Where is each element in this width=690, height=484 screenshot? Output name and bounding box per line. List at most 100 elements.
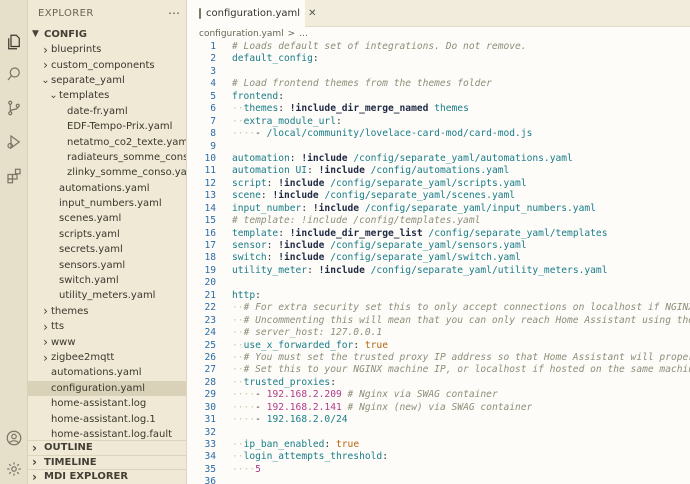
tree-file[interactable]: scripts.yaml xyxy=(28,227,186,242)
line-number: 17 xyxy=(204,240,216,251)
code-token: - xyxy=(255,414,267,426)
code-token: : xyxy=(266,240,279,251)
line-text: http: xyxy=(216,290,261,302)
tree-file[interactable]: home-assistant.log xyxy=(28,396,186,411)
chevron-right-icon: › xyxy=(32,455,37,470)
more-actions-icon[interactable]: ⋯ xyxy=(168,6,180,20)
line-text: # template: !include /config/templates.y… xyxy=(216,215,480,227)
tree-file[interactable]: radiateurs_somme_conso.yaml xyxy=(28,150,186,165)
code-line: 32 xyxy=(187,427,690,439)
code-token: : xyxy=(266,252,279,264)
code-token: : xyxy=(255,289,261,301)
section-mdi-explorer[interactable]: › MDI EXPLORER xyxy=(28,469,186,484)
code-token: : xyxy=(312,53,319,65)
line-text: ··extra_module_url: xyxy=(216,116,342,128)
account-icon[interactable] xyxy=(4,428,24,448)
code-token: # You must set the trusted proxy IP addr… xyxy=(243,351,690,363)
files-icon[interactable] xyxy=(4,32,24,52)
code-editor[interactable]: 1 # Loads default set of integrations. Do… xyxy=(187,41,690,484)
breadcrumb-file[interactable]: configuration.yaml xyxy=(199,29,284,39)
tree-file[interactable]: sensors.yaml xyxy=(28,257,186,272)
code-token: !include xyxy=(318,165,365,177)
tree-file[interactable]: automations.yaml xyxy=(28,181,186,196)
line-text: script: !include /config/separate_yaml/s… xyxy=(216,178,527,190)
line-number: 2 xyxy=(210,53,216,65)
tree-file[interactable]: utility_meters.yaml xyxy=(28,288,186,303)
tree-file[interactable]: switch.yaml xyxy=(28,273,186,288)
line-number: 23 xyxy=(204,314,216,326)
tree-folder[interactable]: › blueprints xyxy=(28,42,186,57)
source-control-icon[interactable] xyxy=(4,98,24,118)
code-token: : xyxy=(307,165,319,177)
tree-file[interactable]: EDF-Tempo-Prix.yaml xyxy=(28,119,186,134)
tree-folder[interactable]: › zigbee2mqtt xyxy=(28,350,186,365)
tree-item-label: themes xyxy=(51,305,89,317)
tab-configuration-yaml[interactable]: configuration.yaml ✕ xyxy=(187,0,316,27)
section-timeline[interactable]: › TIMELINE xyxy=(28,454,186,470)
code-token: /config/separate_yaml/scenes.yaml xyxy=(324,190,516,202)
code-token: 192.168.2.0/24 xyxy=(266,414,348,426)
code-token: !include_dir_merge_list xyxy=(289,227,423,239)
line-text: ····- 192.168.2.209 # Nginx via SWAG con… xyxy=(216,389,498,401)
tree-file[interactable]: netatmo_co2_texte.yaml xyxy=(28,134,186,149)
code-line: 5 frontend: xyxy=(187,91,690,103)
code-token: ·· xyxy=(232,314,244,326)
code-token: use_x_forwarded_for xyxy=(243,339,354,351)
code-token: template xyxy=(232,227,279,239)
code-line: 18 switch: !include /config/separate_yaml… xyxy=(187,252,690,264)
chevron-right-icon: › xyxy=(43,350,48,365)
tree-file[interactable]: secrets.yaml xyxy=(28,242,186,257)
code-token: /config/separate_yaml/utility_meters.yam… xyxy=(370,264,608,276)
code-line: 13 scene: !include /config/separate_yaml/… xyxy=(187,190,690,202)
tree-file[interactable]: home-assistant.log.1 xyxy=(28,411,186,426)
code-token: # server_host: 127.0.0.1 xyxy=(243,327,383,339)
run-debug-icon[interactable] xyxy=(4,132,24,152)
tree-folder[interactable]: › www xyxy=(28,334,186,349)
tree-item-label: zigbee2mqtt xyxy=(51,352,115,363)
tree-file[interactable]: date-fr.yaml xyxy=(28,104,186,119)
chevron-right-icon: › xyxy=(43,319,48,334)
code-token: ·· xyxy=(232,439,244,450)
line-text: ··# server_host: 127.0.0.1 xyxy=(216,327,382,339)
line-text: template: !include_dir_merge_list /confi… xyxy=(216,228,607,240)
code-token: : xyxy=(278,103,290,115)
code-token: - xyxy=(255,128,267,140)
tree-file[interactable]: configuration.yaml xyxy=(28,380,186,396)
tree-file[interactable]: zlinky_somme_conso.yaml xyxy=(28,165,186,180)
code-token: !include xyxy=(272,190,319,202)
close-icon[interactable]: ✕ xyxy=(308,8,316,19)
tree-file[interactable]: scenes.yaml xyxy=(28,211,186,226)
line-text: ··# Set this to your NGINX machine IP, o… xyxy=(216,364,690,376)
tree-folder[interactable]: › themes xyxy=(28,304,186,319)
activity-bar xyxy=(0,0,28,484)
tree-item-label: tts xyxy=(51,321,65,333)
search-icon[interactable] xyxy=(4,64,24,84)
line-number: 16 xyxy=(204,227,216,239)
code-line: 26 ··# You must set the trusted proxy IP … xyxy=(187,352,690,364)
code-token: /config/separate_yaml/sensors.yaml xyxy=(330,240,527,251)
line-number: 33 xyxy=(204,439,216,450)
tree-folder[interactable]: ⌄ templates xyxy=(28,88,186,103)
tree-item-label: date-fr.yaml xyxy=(67,105,128,117)
tree-item-label: custom_components xyxy=(51,59,155,71)
section-outline[interactable]: › OUTLINE xyxy=(28,440,186,455)
code-line: 17 sensor: !include /config/separate_yaml… xyxy=(187,240,690,252)
code-token: : xyxy=(324,439,336,450)
tree-folder[interactable]: › custom_components xyxy=(28,57,186,72)
extensions-icon[interactable] xyxy=(4,166,24,186)
line-text: ··ip_ban_enabled: true xyxy=(216,439,359,451)
tree-item-label: templates xyxy=(59,90,110,102)
tree-file[interactable]: input_numbers.yaml xyxy=(28,196,186,211)
code-token: themes xyxy=(243,103,279,115)
tree-file[interactable]: automations.yaml xyxy=(28,365,186,380)
code-token: - xyxy=(255,389,267,401)
config-folder-header[interactable]: ▼ CONFIG xyxy=(28,26,186,42)
code-token: ·· xyxy=(232,339,244,351)
code-token: sensor xyxy=(232,240,267,251)
tree-folder[interactable]: › tts xyxy=(28,319,186,334)
tree-item-label: blueprints xyxy=(51,44,102,56)
code-token: ·· xyxy=(232,364,244,376)
settings-gear-icon[interactable] xyxy=(4,459,24,479)
breadcrumb-more[interactable]: ... xyxy=(299,29,308,39)
tree-folder[interactable]: ⌄ separate_yaml xyxy=(28,73,186,88)
